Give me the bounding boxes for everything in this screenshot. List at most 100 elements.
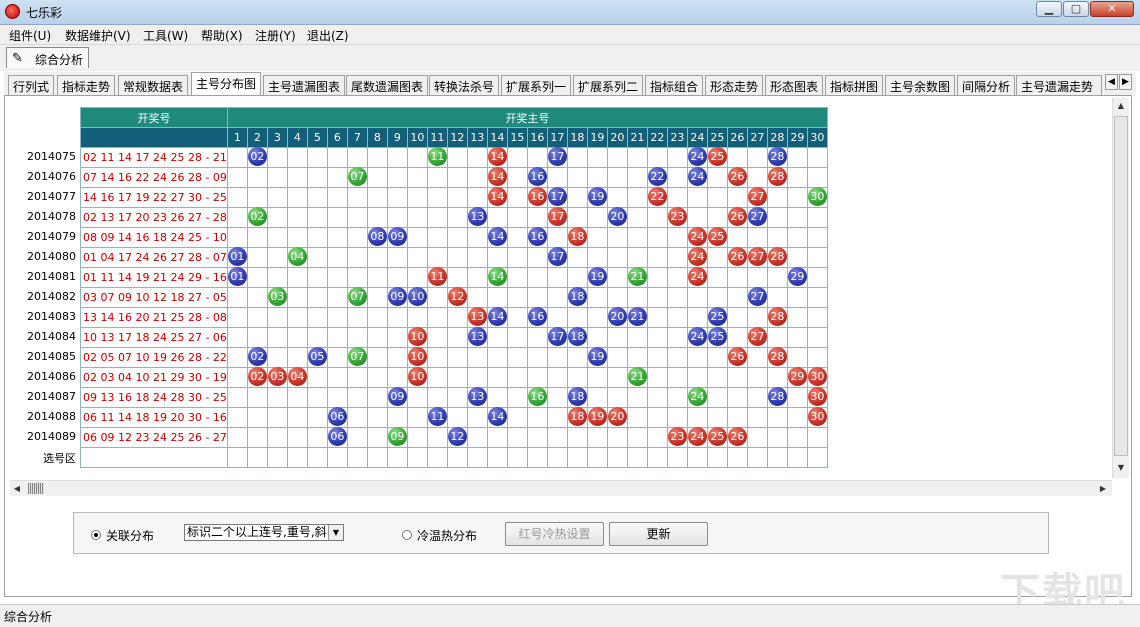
- grid-cell[interactable]: [366, 207, 388, 228]
- grid-cell[interactable]: [766, 267, 788, 288]
- grid-cell[interactable]: [426, 227, 448, 248]
- grid-cell[interactable]: [586, 247, 608, 268]
- grid-cell[interactable]: [326, 267, 348, 288]
- grid-cell[interactable]: 22: [646, 167, 668, 188]
- grid-cell[interactable]: [526, 247, 548, 268]
- grid-cell[interactable]: [266, 327, 288, 348]
- grid-cell[interactable]: [746, 427, 768, 448]
- grid-cell[interactable]: 27: [746, 187, 768, 208]
- grid-cell[interactable]: [726, 327, 748, 348]
- grid-cell[interactable]: [386, 347, 408, 368]
- grid-cell[interactable]: [306, 387, 328, 408]
- grid-cell[interactable]: [666, 227, 688, 248]
- grid-cell[interactable]: 03: [266, 287, 288, 308]
- grid-cell[interactable]: 14: [486, 267, 508, 288]
- grid-cell[interactable]: [386, 207, 408, 228]
- grid-cell[interactable]: [266, 407, 288, 428]
- grid-cell[interactable]: [686, 407, 708, 428]
- grid-cell[interactable]: [586, 287, 608, 308]
- grid-cell[interactable]: [706, 167, 728, 188]
- grid-cell[interactable]: 09: [386, 387, 408, 408]
- select-cell[interactable]: [746, 447, 768, 468]
- grid-cell[interactable]: [266, 227, 288, 248]
- grid-cell[interactable]: [406, 407, 428, 428]
- grid-cell[interactable]: [506, 387, 528, 408]
- grid-cell[interactable]: [266, 347, 288, 368]
- grid-cell[interactable]: [446, 407, 468, 428]
- grid-cell[interactable]: [806, 327, 828, 348]
- vertical-scrollbar[interactable]: ▲ ▼: [1112, 98, 1129, 478]
- grid-cell[interactable]: [326, 387, 348, 408]
- grid-cell[interactable]: [666, 267, 688, 288]
- grid-cell[interactable]: [466, 367, 488, 388]
- grid-cell[interactable]: [426, 307, 448, 328]
- grid-cell[interactable]: [566, 427, 588, 448]
- grid-cell[interactable]: [266, 267, 288, 288]
- grid-cell[interactable]: [506, 327, 528, 348]
- grid-cell[interactable]: 23: [666, 207, 688, 228]
- grid-cell[interactable]: [486, 387, 508, 408]
- grid-cell[interactable]: [666, 147, 688, 168]
- grid-cell[interactable]: 01: [226, 247, 248, 268]
- grid-cell[interactable]: [506, 307, 528, 328]
- grid-cell[interactable]: [246, 167, 268, 188]
- grid-cell[interactable]: [326, 227, 348, 248]
- grid-cell[interactable]: [526, 367, 548, 388]
- tab-indicator-combo[interactable]: 指标组合: [645, 75, 704, 95]
- select-cell[interactable]: [286, 447, 308, 468]
- grid-cell[interactable]: [666, 187, 688, 208]
- grid-cell[interactable]: [426, 427, 448, 448]
- scroll-up-icon[interactable]: ▲: [1114, 98, 1128, 114]
- scroll-right-icon[interactable]: ▶: [1096, 481, 1110, 496]
- grid-cell[interactable]: 23: [666, 427, 688, 448]
- grid-cell[interactable]: [406, 307, 428, 328]
- grid-cell[interactable]: 28: [766, 147, 788, 168]
- grid-cell[interactable]: [546, 287, 568, 308]
- grid-cell[interactable]: 18: [566, 327, 588, 348]
- grid-cell[interactable]: [366, 307, 388, 328]
- grid-cell[interactable]: [426, 367, 448, 388]
- grid-cell[interactable]: 09: [386, 287, 408, 308]
- grid-cell[interactable]: 13: [466, 387, 488, 408]
- grid-cell[interactable]: [306, 267, 328, 288]
- horizontal-scroll-thumb[interactable]: [28, 483, 44, 494]
- grid-cell[interactable]: [766, 227, 788, 248]
- grid-cell[interactable]: [326, 287, 348, 308]
- grid-cell[interactable]: [466, 227, 488, 248]
- grid-cell[interactable]: [666, 247, 688, 268]
- grid-cell[interactable]: [546, 267, 568, 288]
- grid-cell[interactable]: [646, 147, 668, 168]
- grid-cell[interactable]: 13: [466, 307, 488, 328]
- grid-cell[interactable]: [466, 407, 488, 428]
- grid-cell[interactable]: [606, 147, 628, 168]
- grid-cell[interactable]: 24: [686, 387, 708, 408]
- grid-cell[interactable]: 17: [546, 327, 568, 348]
- grid-cell[interactable]: [766, 407, 788, 428]
- grid-cell[interactable]: [726, 187, 748, 208]
- grid-cell[interactable]: 27: [746, 287, 768, 308]
- grid-cell[interactable]: 14: [486, 407, 508, 428]
- grid-cell[interactable]: 02: [246, 147, 268, 168]
- grid-cell[interactable]: [466, 287, 488, 308]
- minimize-button[interactable]: ▁: [1036, 1, 1062, 17]
- grid-cell[interactable]: 25: [706, 147, 728, 168]
- grid-cell[interactable]: [366, 327, 388, 348]
- grid-cell[interactable]: [246, 187, 268, 208]
- grid-cell[interactable]: [566, 267, 588, 288]
- grid-cell[interactable]: [386, 187, 408, 208]
- grid-cell[interactable]: [226, 387, 248, 408]
- grid-cell[interactable]: [646, 227, 668, 248]
- grid-cell[interactable]: [706, 207, 728, 228]
- grid-cell[interactable]: [306, 287, 328, 308]
- grid-cell[interactable]: [626, 147, 648, 168]
- grid-cell[interactable]: [646, 387, 668, 408]
- select-cell[interactable]: [646, 447, 668, 468]
- grid-cell[interactable]: [766, 367, 788, 388]
- grid-cell[interactable]: [306, 427, 328, 448]
- grid-cell[interactable]: [446, 367, 468, 388]
- grid-cell[interactable]: [666, 287, 688, 308]
- grid-cell[interactable]: [586, 387, 608, 408]
- grid-cell[interactable]: [226, 187, 248, 208]
- grid-cell[interactable]: [686, 207, 708, 228]
- grid-cell[interactable]: [786, 427, 808, 448]
